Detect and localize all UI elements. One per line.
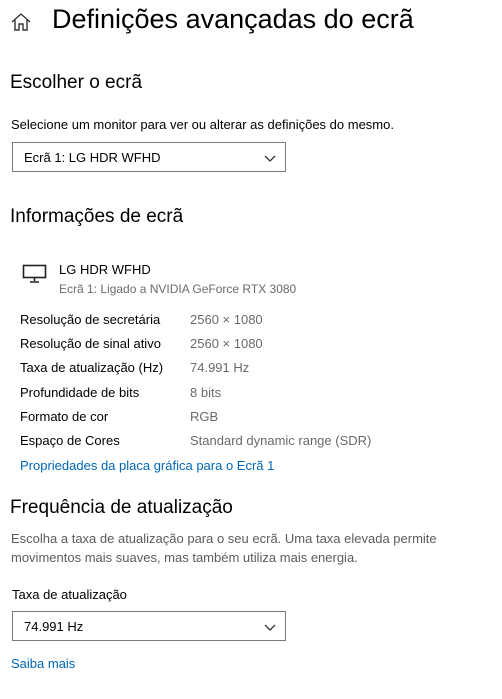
choose-display-heading: Escolher o ecrã [10,72,143,93]
refresh-rate-select[interactable]: 74.991 Hz [12,611,286,641]
home-icon[interactable] [10,12,32,32]
display-select[interactable]: Ecrã 1: LG HDR WFHD [12,142,286,172]
chevron-down-icon [264,152,276,162]
info-row-value: 2560 × 1080 [190,336,263,351]
info-row-value: 2560 × 1080 [190,312,263,327]
choose-display-instruction: Selecione um monitor para ver ou alterar… [11,117,394,132]
refresh-rate-label: Taxa de atualização [12,587,127,602]
info-row-label: Resolução de sinal ativo [20,336,161,351]
info-row-value: 74.991 Hz [190,360,250,375]
chevron-down-icon [264,621,276,631]
page-title: Definições avançadas do ecrã [52,4,414,34]
info-row-value: 8 bits [190,385,222,400]
display-info-heading: Informações de ecrã [10,206,184,227]
adapter-properties-link[interactable]: Propriedades da placa gráfica para o Ecr… [20,458,274,473]
info-row-label: Profundidade de bits [20,385,140,400]
info-row-label: Taxa de atualização (Hz) [20,360,164,375]
refresh-rate-select-value: 74.991 Hz [24,618,84,634]
info-row-value: Standard dynamic range (SDR) [190,433,372,448]
info-row-value: RGB [190,409,219,424]
refresh-rate-heading: Frequência de atualização [10,497,233,518]
display-select-value: Ecrã 1: LG HDR WFHD [24,149,161,165]
info-row-label: Resolução de secretária [20,312,161,327]
monitor-name: LG HDR WFHD [59,262,151,277]
monitor-subtitle: Ecrã 1: Ligado a NVIDIA GeForce RTX 3080 [59,282,297,296]
info-row-label: Formato de cor [20,409,109,424]
refresh-rate-description: Escolha a taxa de atualização para o seu… [11,531,437,565]
learn-more-link[interactable]: Saiba mais [11,656,75,671]
info-row-label: Espaço de Cores [20,433,120,448]
monitor-icon [22,264,48,284]
